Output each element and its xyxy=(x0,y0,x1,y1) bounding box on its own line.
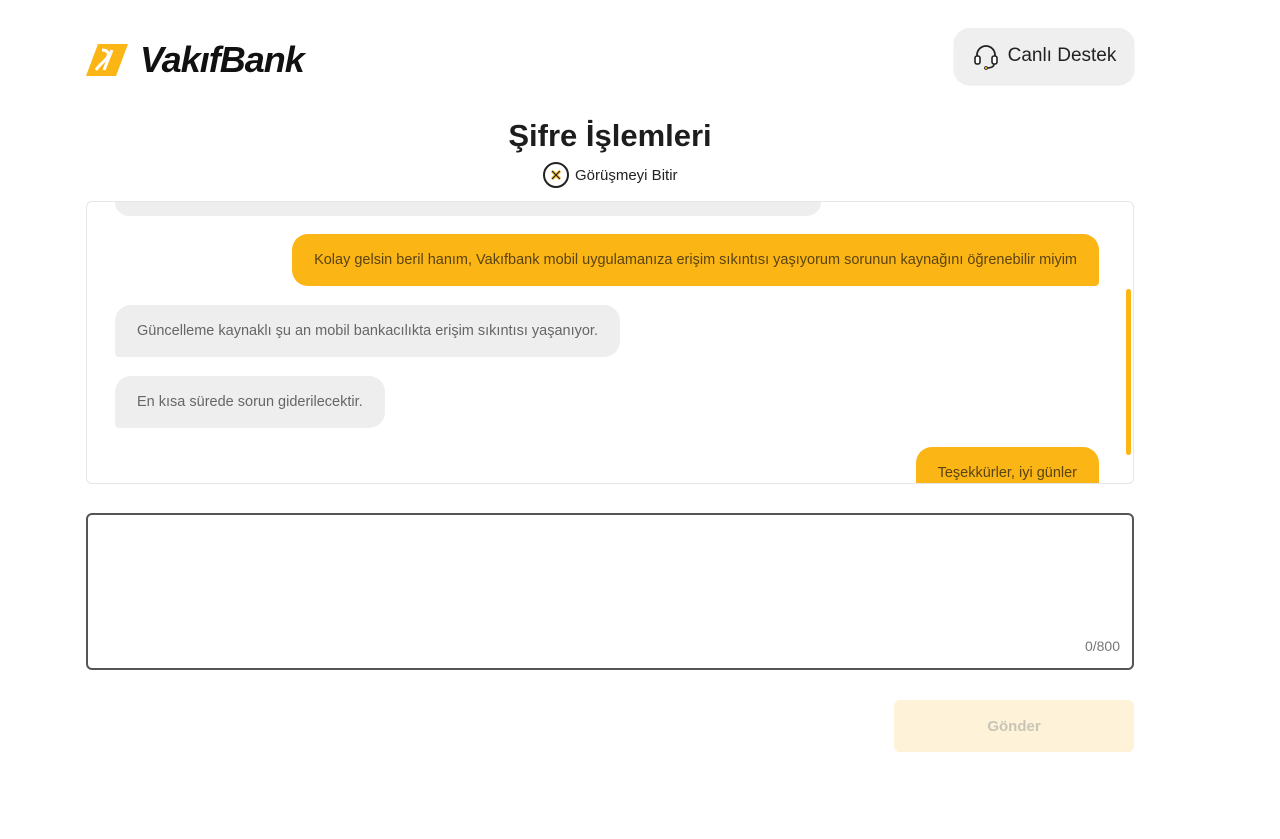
user-message: Kolay gelsin beril hanım, Vakıfbank mobi… xyxy=(292,234,1099,286)
chat-history[interactable]: Kolay gelsin beril hanım, Vakıfbank mobi… xyxy=(86,201,1134,484)
agent-message: Güncelleme kaynaklı şu an mobil bankacıl… xyxy=(115,305,620,357)
send-button[interactable]: Gönder xyxy=(894,700,1134,752)
headset-icon xyxy=(973,45,998,70)
end-chat-label: Görüşmeyi Bitir xyxy=(575,166,678,184)
live-support-button[interactable]: Canlı Destek xyxy=(954,28,1134,84)
message-bubble-partial xyxy=(115,202,821,216)
message-input-box[interactable]: 0/800 xyxy=(86,513,1134,670)
agent-message: En kısa sürede sorun giderilecektir. xyxy=(115,376,385,428)
brand-name: VakıfBank xyxy=(140,39,305,80)
page-title: Şifre İşlemleri xyxy=(508,118,712,153)
live-support-label: Canlı Destek xyxy=(1007,45,1117,66)
user-message: Teşekkürler, iyi günler xyxy=(915,447,1099,483)
close-circle-icon xyxy=(543,162,569,188)
chat-scrollbar[interactable] xyxy=(1126,289,1131,455)
message-input[interactable] xyxy=(98,525,1122,639)
vakifbank-logo[interactable]: VakıfBank xyxy=(86,39,305,80)
character-counter: 0/800 xyxy=(1084,638,1120,654)
vakifbank-mark-icon xyxy=(86,44,128,76)
end-chat-button[interactable]: Görüşmeyi Bitir xyxy=(543,162,678,188)
